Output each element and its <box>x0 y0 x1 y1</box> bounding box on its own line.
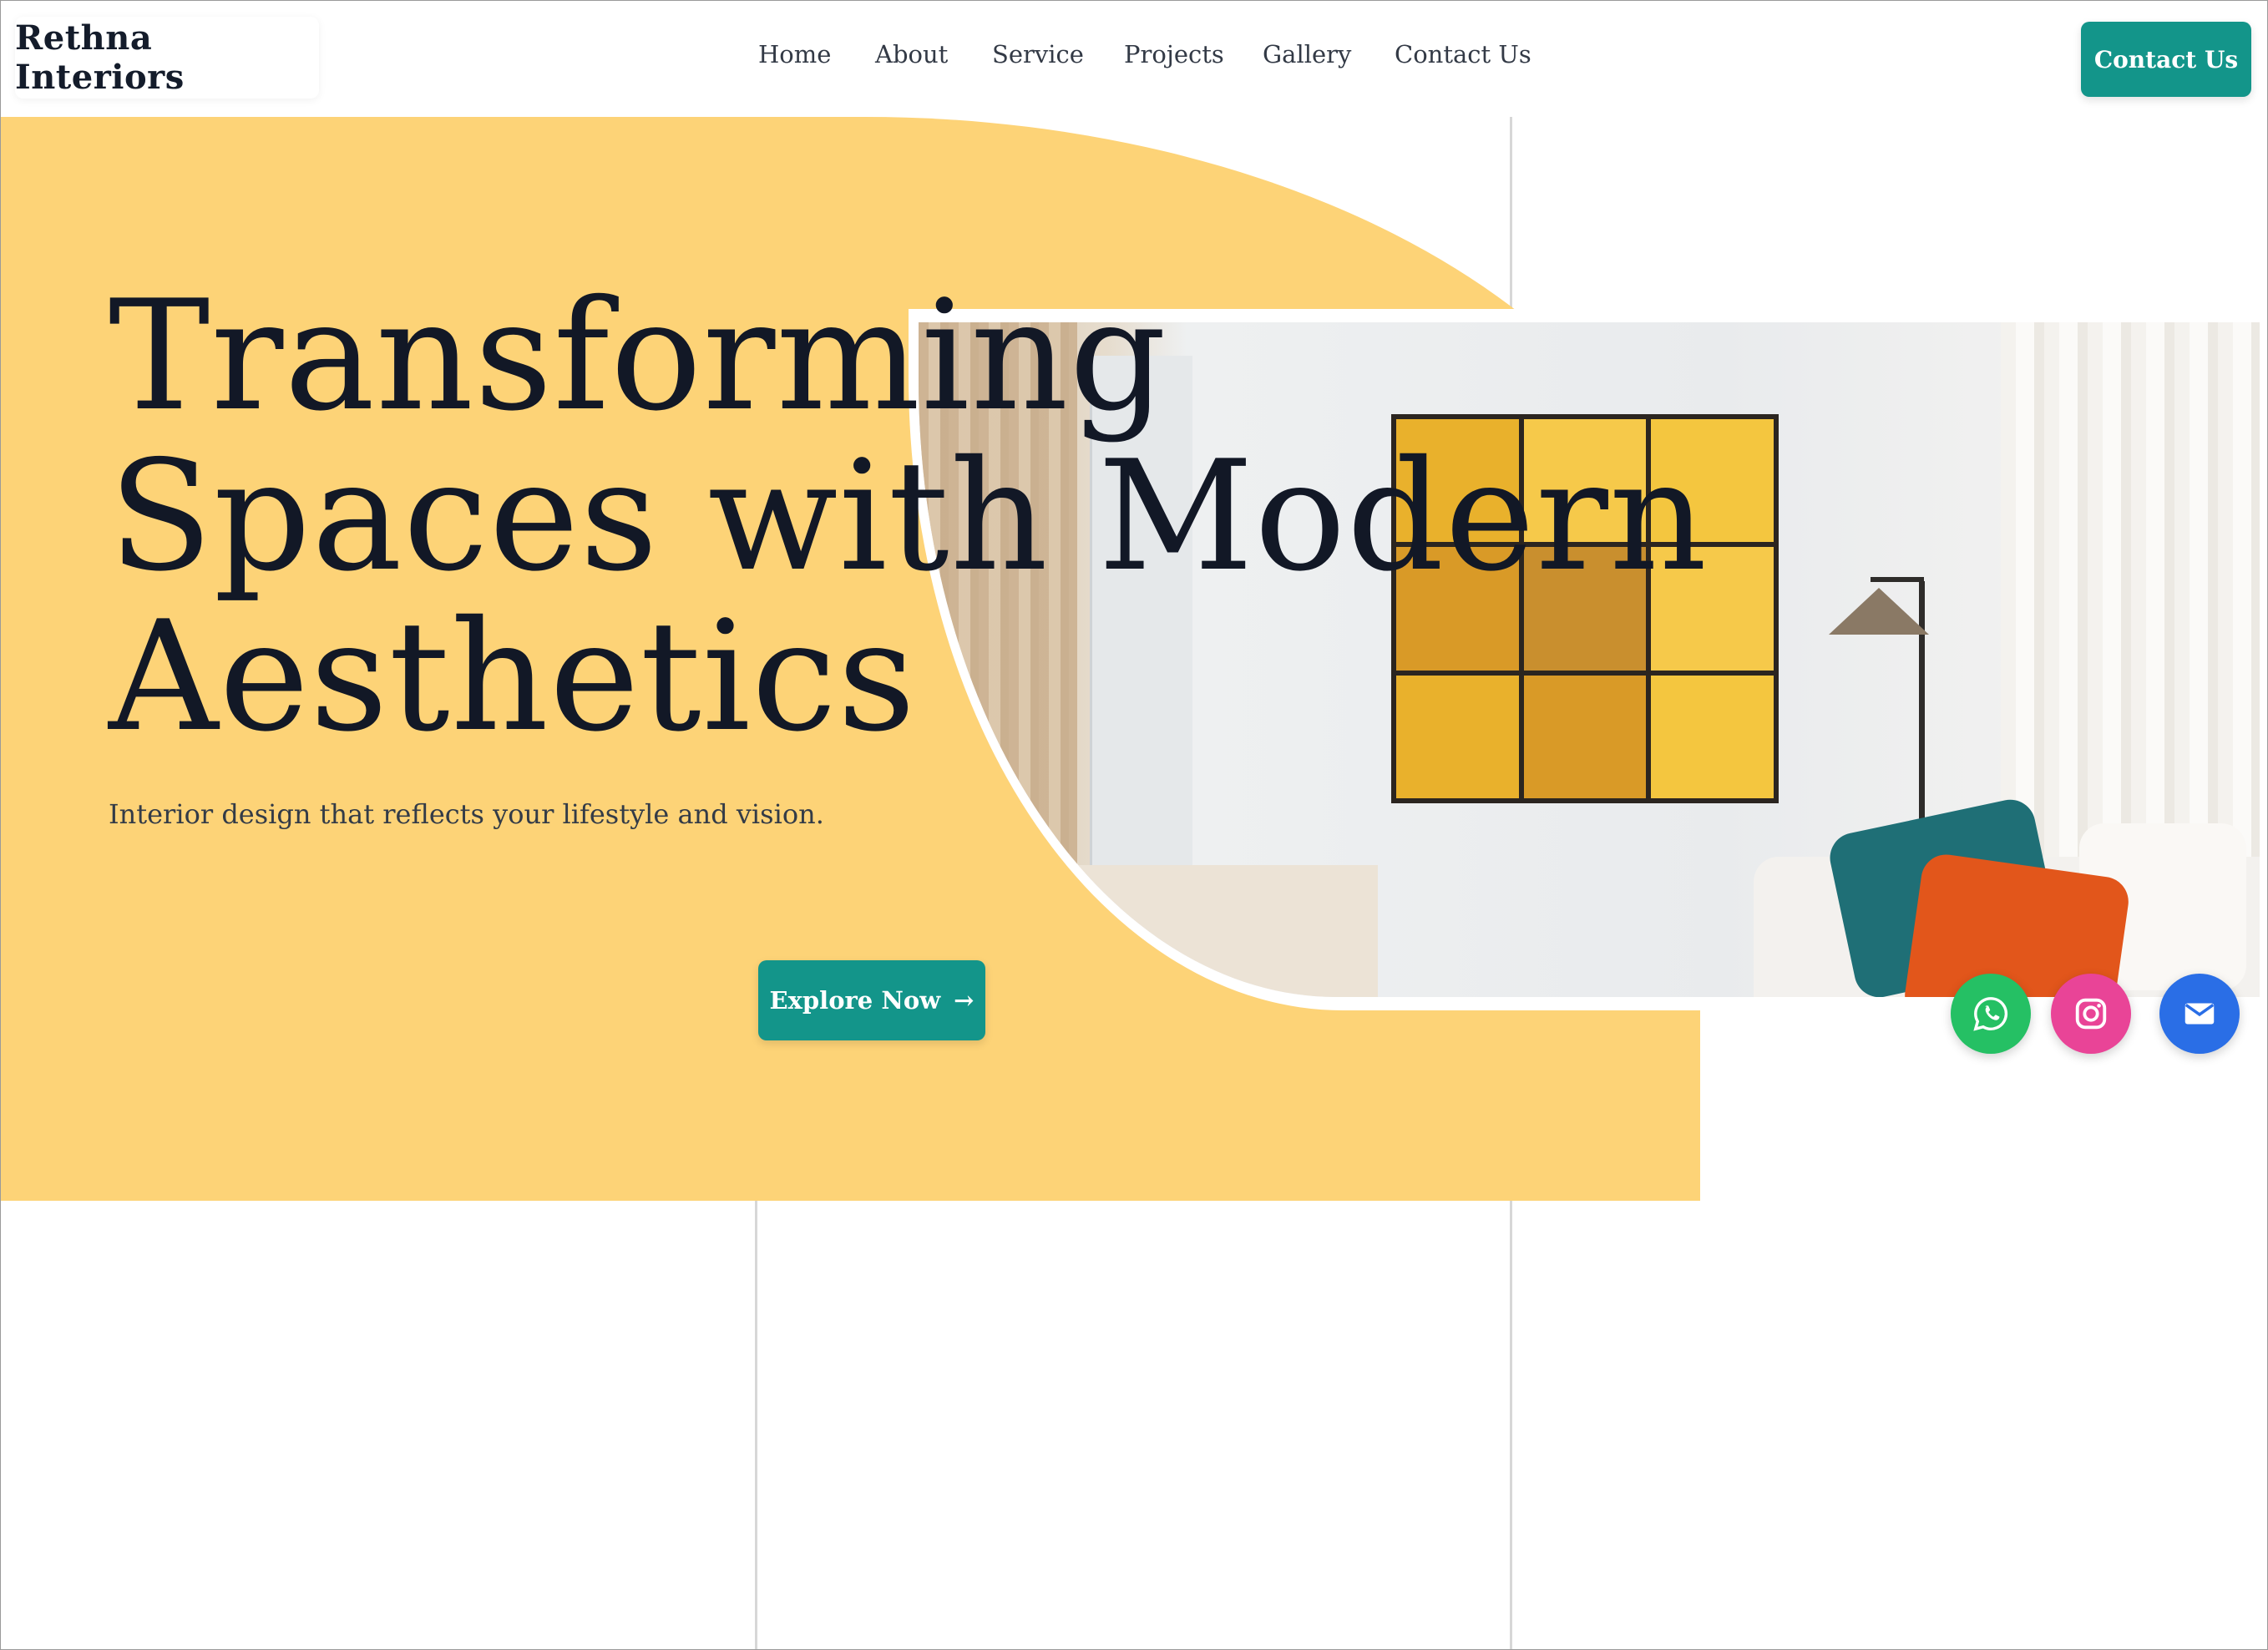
nav-contact-us[interactable]: Contact Us <box>1395 40 1531 68</box>
lamp-shade <box>1829 588 1929 635</box>
hero-title: Transforming Spaces with Modern Aestheti… <box>109 276 1708 757</box>
nav-projects[interactable]: Projects <box>1124 40 1224 68</box>
hero-title-line: Aesthetics <box>109 588 917 765</box>
desk <box>1077 865 1378 997</box>
grid-line <box>755 1201 757 1650</box>
main-nav: Home About Service Projects Gallery Cont… <box>0 40 2268 77</box>
nav-gallery[interactable]: Gallery <box>1263 40 1351 68</box>
explore-now-button[interactable]: Explore Now → <box>758 960 985 1040</box>
whatsapp-icon <box>1973 997 2008 1031</box>
instagram-icon <box>2075 998 2107 1030</box>
email-button[interactable] <box>2159 974 2240 1054</box>
nav-service[interactable]: Service <box>992 40 1084 68</box>
whatsapp-button[interactable] <box>1951 974 2031 1054</box>
floor-lamp-arm <box>1871 577 1924 582</box>
nav-home[interactable]: Home <box>758 40 831 68</box>
arrow-right-icon: → <box>954 986 975 1015</box>
instagram-button[interactable] <box>2051 974 2131 1054</box>
hero-subtitle: Interior design that reflects your lifes… <box>109 798 824 830</box>
contact-us-button[interactable]: Contact Us <box>2081 22 2251 97</box>
nav-about[interactable]: About <box>875 40 948 68</box>
email-icon <box>2184 1003 2215 1025</box>
hero-title-line: Spaces with Modern <box>109 428 1709 605</box>
explore-now-label: Explore Now <box>769 986 941 1015</box>
hero-title-line: Transforming <box>109 267 1167 444</box>
